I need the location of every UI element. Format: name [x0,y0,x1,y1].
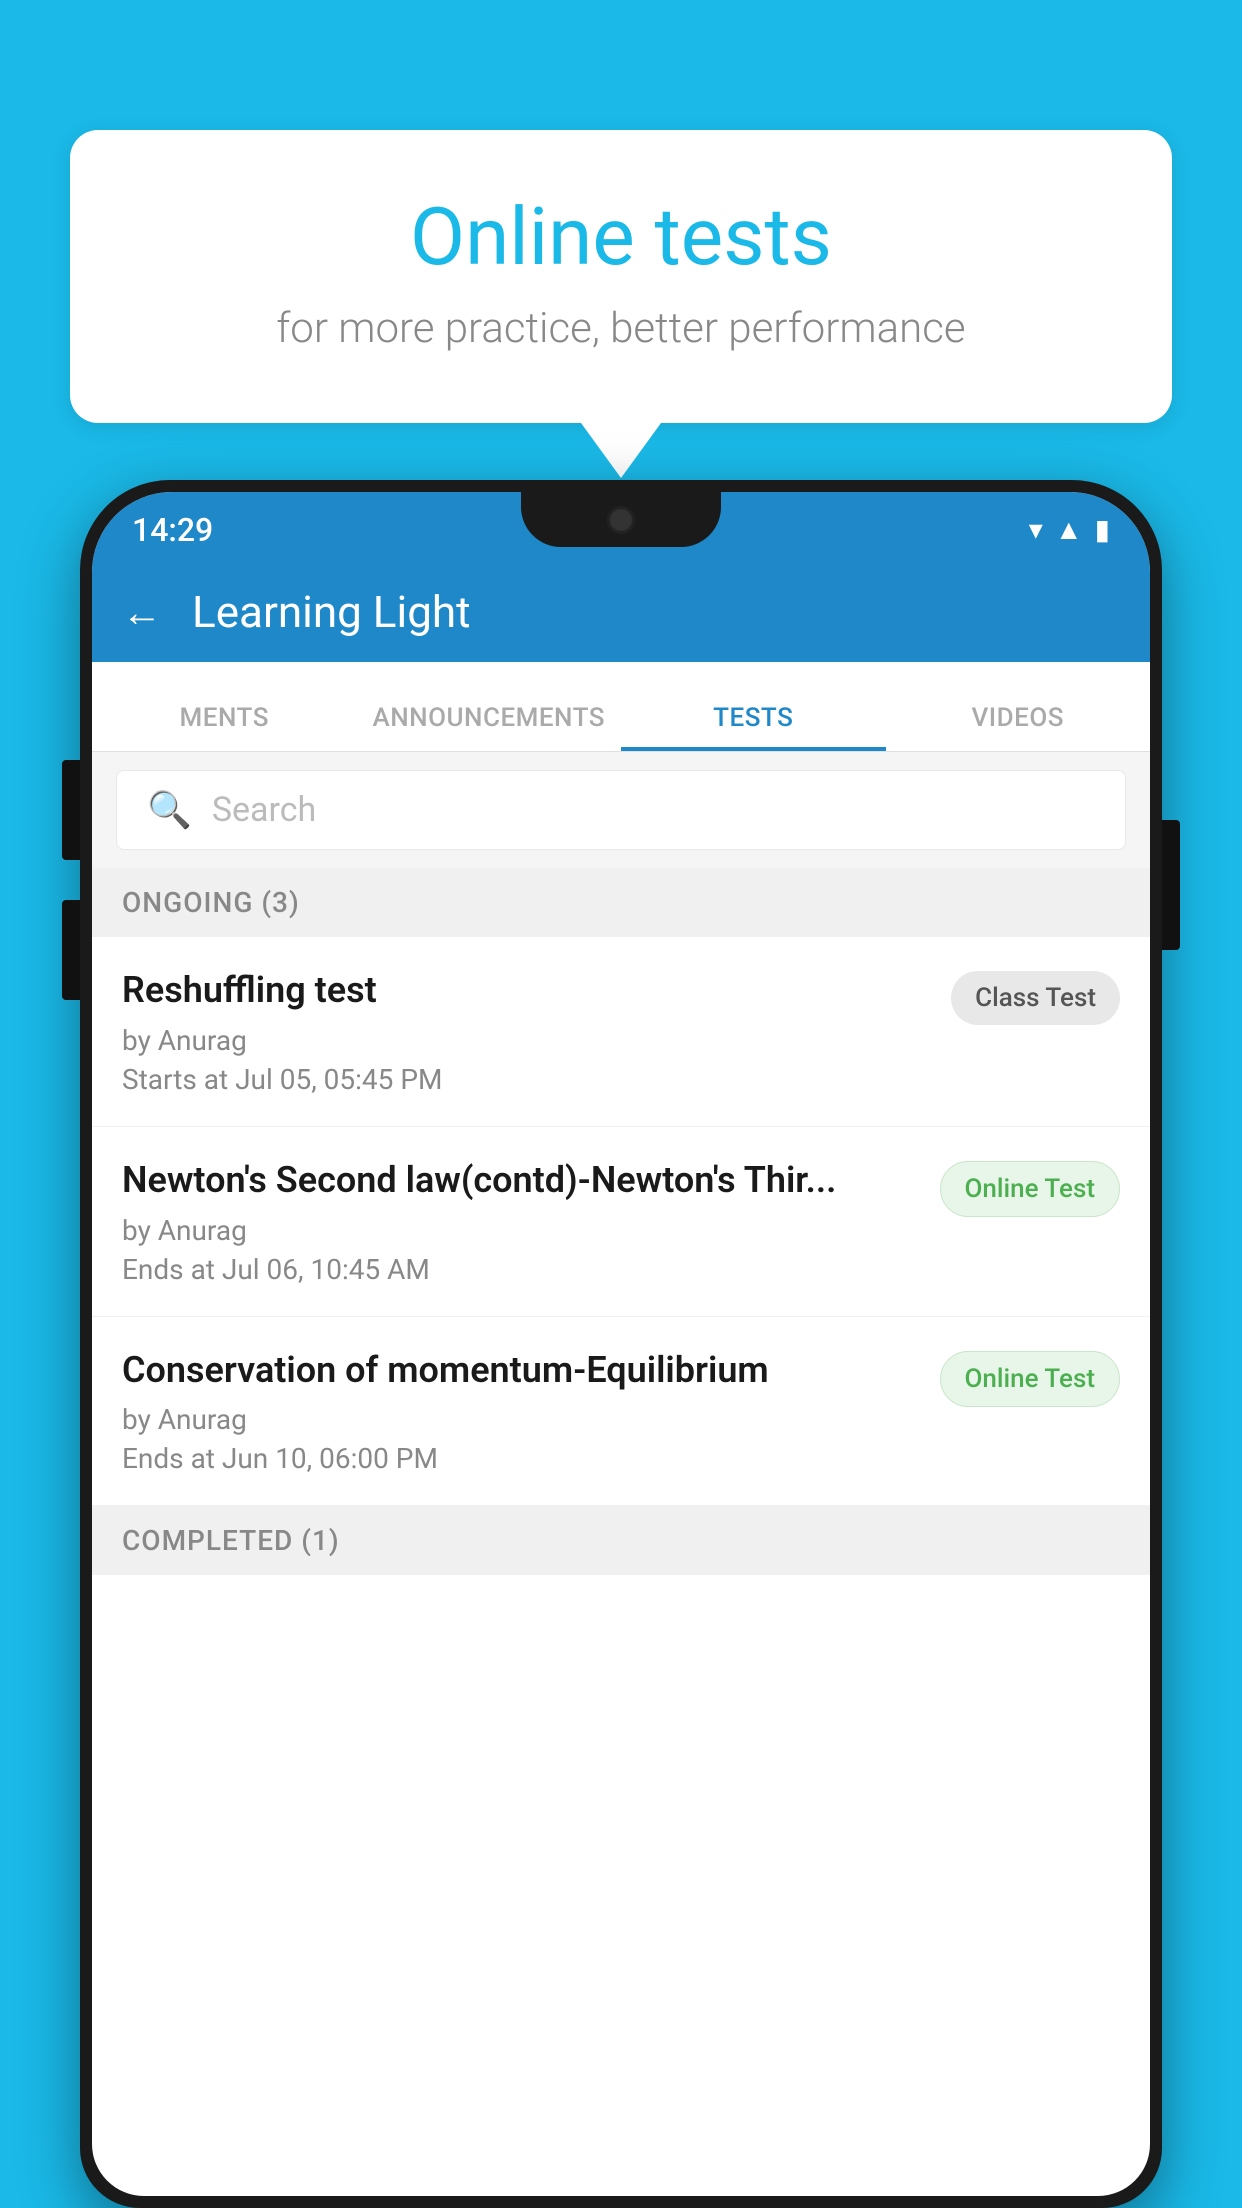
test-name-3: Conservation of momentum-Equilibrium [122,1347,920,1394]
test-badge-1: Class Test [951,971,1120,1025]
promo-title: Online tests [150,190,1092,284]
test-item-1[interactable]: Reshuffling test by Anurag Starts at Jul… [92,937,1150,1127]
wifi-icon: ▾ [1029,513,1043,546]
app-title: Learning Light [192,586,471,638]
power-button [1162,820,1180,950]
test-name-2: Newton's Second law(contd)-Newton's Thir… [122,1157,920,1204]
phone-screen: 14:29 ▾ ▲ ▮ ← Learning Light MENTS ANNOU… [92,492,1150,2196]
app-header: ← Learning Light [92,562,1150,662]
test-badge-3: Online Test [940,1351,1121,1407]
vol-down-button [62,900,80,1000]
status-icons: ▾ ▲ ▮ [1029,513,1110,546]
status-time: 14:29 [132,511,213,549]
tab-tests[interactable]: TESTS [621,662,886,751]
phone-frame: 14:29 ▾ ▲ ▮ ← Learning Light MENTS ANNOU… [80,480,1162,2208]
speech-bubble-arrow [581,423,661,478]
test-info-2: Newton's Second law(contd)-Newton's Thir… [122,1157,940,1286]
test-time-2: Ends at Jul 06, 10:45 AM [122,1253,920,1286]
front-camera [607,506,635,534]
battery-icon: ▮ [1095,513,1110,546]
test-author-2: by Anurag [122,1214,920,1247]
back-button[interactable]: ← [122,589,162,636]
test-info-3: Conservation of momentum-Equilibrium by … [122,1347,940,1476]
test-info-1: Reshuffling test by Anurag Starts at Jul… [122,967,951,1096]
test-item-2[interactable]: Newton's Second law(contd)-Newton's Thir… [92,1127,1150,1317]
test-time-1: Starts at Jul 05, 05:45 PM [122,1063,931,1096]
test-list: Reshuffling test by Anurag Starts at Jul… [92,937,1150,1506]
completed-section-header: COMPLETED (1) [92,1506,1150,1575]
promo-subtitle: for more practice, better performance [150,304,1092,353]
search-icon: 🔍 [147,789,192,831]
search-bar[interactable]: 🔍 Search [116,770,1126,850]
search-container: 🔍 Search [92,752,1150,868]
ongoing-section-header: ONGOING (3) [92,868,1150,937]
ongoing-label: ONGOING (3) [122,886,300,919]
phone-notch [521,492,721,547]
tabs-bar: MENTS ANNOUNCEMENTS TESTS VIDEOS [92,662,1150,752]
test-time-3: Ends at Jun 10, 06:00 PM [122,1442,920,1475]
test-author-3: by Anurag [122,1403,920,1436]
speech-bubble: Online tests for more practice, better p… [70,130,1172,423]
test-name-1: Reshuffling test [122,967,931,1014]
test-author-1: by Anurag [122,1024,931,1057]
test-item-3[interactable]: Conservation of momentum-Equilibrium by … [92,1317,1150,1507]
tab-ments[interactable]: MENTS [92,662,357,751]
tab-videos[interactable]: VIDEOS [886,662,1151,751]
test-badge-2: Online Test [940,1161,1121,1217]
completed-label: COMPLETED (1) [122,1524,340,1557]
vol-up-button [62,760,80,860]
tab-announcements[interactable]: ANNOUNCEMENTS [357,662,622,751]
signal-icon: ▲ [1055,513,1083,546]
promo-section: Online tests for more practice, better p… [70,130,1172,478]
search-placeholder: Search [212,790,316,830]
